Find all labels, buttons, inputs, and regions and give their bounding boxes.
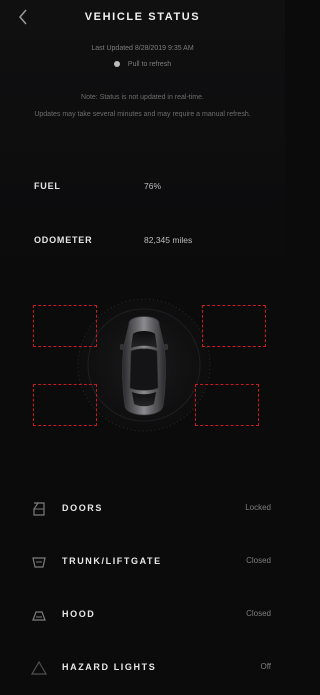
right-mirror: [164, 344, 168, 350]
fuel-value: 76%: [144, 181, 162, 191]
refresh-icon: [113, 61, 120, 67]
note-line-1: Note: Status is not updated in real-time…: [81, 94, 204, 101]
status-row-hazard-lights[interactable]: HAZARD LIGHTS Off: [0, 649, 285, 689]
front-left-tire-indicator: [33, 305, 97, 347]
hood-icon: [32, 611, 46, 621]
doors-label: DOORS: [62, 503, 104, 513]
vehicle-status-screen: VEHICLE STATUS Last Updated 8/28/2019 9:…: [0, 0, 285, 695]
tire-pressure-diagram: [0, 290, 285, 440]
odometer-label: ODOMETER: [34, 235, 93, 245]
glass-roof: [129, 348, 159, 391]
status-row-hood[interactable]: HOOD Closed: [0, 596, 285, 636]
pull-to-refresh-label: Pull to refresh: [127, 61, 172, 68]
trunk-value: Closed: [246, 556, 271, 565]
pull-to-refresh[interactable]: Pull to refresh: [0, 61, 285, 68]
rear-right-tire-indicator: [195, 384, 259, 426]
left-mirror: [120, 344, 124, 350]
status-row-trunk[interactable]: TRUNK/LIFTGATE Closed: [0, 543, 285, 583]
windshield: [131, 331, 157, 348]
front-right-tire-indicator: [202, 305, 266, 347]
status-row-doors[interactable]: DOORS Locked: [0, 490, 285, 530]
odometer-metric: ODOMETER 82,345 miles: [34, 235, 264, 249]
odometer-value: 82,345 miles: [144, 235, 193, 245]
page-title: VEHICLE STATUS: [84, 11, 201, 23]
trunk-icon: [32, 557, 46, 568]
hood-value: Closed: [246, 609, 271, 618]
realtime-note: Note: Status is not updated in real-time…: [22, 93, 263, 127]
trunk-label: TRUNK/LIFTGATE: [62, 556, 162, 566]
fuel-metric: FUEL 76%: [34, 181, 264, 195]
hood-label: HOOD: [62, 609, 96, 619]
rear-left-tire-indicator: [33, 384, 97, 426]
hazard-lights-label: HAZARD LIGHTS: [62, 662, 157, 672]
note-line-2: Updates may take several minutes and may…: [34, 111, 251, 118]
doors-value: Locked: [245, 503, 271, 512]
hazard-icon: [31, 660, 47, 675]
hazard-lights-value: Off: [260, 662, 271, 671]
door-icon: [33, 502, 45, 516]
header: VEHICLE STATUS: [0, 0, 285, 36]
last-updated-text: Last Updated 8/28/2019 9:35 AM: [91, 45, 194, 52]
fuel-label: FUEL: [34, 181, 61, 191]
